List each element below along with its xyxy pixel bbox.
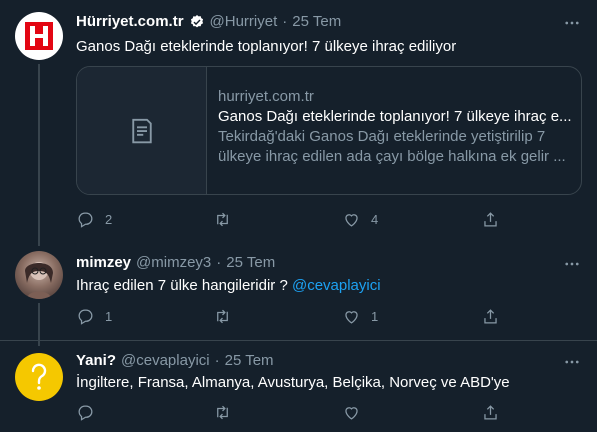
avatar-cevaplayici[interactable]	[15, 353, 63, 401]
like-button[interactable]: 1	[342, 307, 378, 326]
separator-dot: ·	[216, 254, 222, 271]
retweet-icon	[217, 212, 228, 227]
handle[interactable]: @mimzey3	[136, 254, 211, 271]
tweet-text: Ganos Dağı eteklerinde toplanıyor! 7 ülk…	[76, 38, 457, 55]
reply-icon	[78, 212, 93, 228]
card-title: Ganos Dağı eteklerinde toplanıyor! 7 ülk…	[218, 108, 572, 125]
share-button[interactable]	[481, 403, 500, 422]
retweet-icon	[217, 309, 228, 324]
card-domain: hurriyet.com.tr	[218, 88, 314, 105]
retweet-icon	[217, 405, 228, 420]
like-button[interactable]	[342, 403, 371, 422]
share-button[interactable]	[481, 307, 500, 326]
timestamp[interactable]: 25 Tem	[226, 254, 275, 271]
tweet-text-body: Ihraç edilen 7 ülke hangileridir ?	[76, 277, 292, 294]
retweet-button[interactable]	[213, 210, 242, 229]
like-icon	[345, 214, 358, 227]
tweet-header: Yani? @cevaplayici · 25 Tem	[76, 352, 274, 369]
mention-link[interactable]: @cevaplayici	[292, 277, 381, 294]
reply-button[interactable]: 2	[76, 210, 112, 229]
reply-icon	[78, 309, 93, 325]
card-body: hurriyet.com.tr Ganos Dağı eteklerinde t…	[218, 87, 573, 167]
avatar-hurriyet[interactable]	[15, 12, 63, 60]
like-icon	[345, 311, 358, 324]
reply-count: 2	[105, 212, 113, 227]
share-icon	[484, 405, 497, 420]
like-button[interactable]: 4	[342, 210, 378, 229]
reply-icon	[78, 405, 93, 421]
tweet-header: mimzey @mimzey3 · 25 Tem	[76, 254, 275, 271]
timestamp[interactable]: 25 Tem	[292, 13, 341, 30]
reply-count: 1	[105, 309, 113, 324]
reply-button[interactable]	[76, 403, 105, 422]
display-name[interactable]: Yani?	[76, 352, 116, 369]
display-name[interactable]: Hürriyet.com.tr	[76, 13, 184, 30]
share-icon	[484, 212, 497, 227]
timestamp[interactable]: 25 Tem	[225, 352, 274, 369]
more-icon[interactable]	[562, 352, 582, 372]
like-icon	[345, 407, 358, 420]
article-icon	[131, 118, 152, 143]
tweet-text: Ihraç edilen 7 ülke hangileridir ? @ceva…	[76, 276, 381, 296]
tweet-actions: 2 4	[76, 210, 506, 230]
share-button[interactable]	[481, 210, 500, 229]
more-icon[interactable]	[562, 13, 582, 33]
thread-line	[38, 64, 40, 246]
link-card[interactable]: hurriyet.com.tr Ganos Dağı eteklerinde t…	[76, 66, 582, 195]
display-name[interactable]: mimzey	[76, 254, 131, 271]
avatar-mimzey[interactable]	[15, 251, 63, 299]
tweet-cevaplayici[interactable]: Yani? @cevaplayici · 25 Tem İngiltere, F…	[0, 341, 597, 432]
hurriyet-logo-icon	[25, 22, 53, 50]
handle[interactable]: @Hurriyet	[210, 13, 278, 30]
retweet-button[interactable]	[213, 307, 242, 326]
tweet-actions	[76, 403, 506, 423]
reply-button[interactable]: 1	[76, 307, 112, 326]
share-icon	[484, 309, 497, 324]
like-count: 1	[371, 309, 379, 324]
question-mark-icon	[31, 363, 47, 390]
more-icon[interactable]	[562, 254, 582, 274]
card-description-line-1: Tekirdağ'daki Ganos Dağı eteklerinde yet…	[218, 128, 546, 145]
separator-dot: ·	[282, 13, 288, 30]
tweet-mimzey[interactable]: mimzey @mimzey3 · 25 Tem Ihraç edilen 7 …	[0, 240, 597, 346]
handle[interactable]: @cevaplayici	[121, 352, 210, 369]
card-description-line-2: ülkeye ihraç edilen ada çayı bölge halkı…	[218, 148, 566, 165]
tweet-header: Hürriyet.com.tr @Hurriyet · 25 Tem	[76, 13, 341, 30]
profile-photo-icon	[25, 262, 53, 299]
tweet-hurriyet[interactable]: Hürriyet.com.tr @Hurriyet · 25 Tem Ganos…	[0, 0, 597, 246]
verified-badge-icon	[190, 14, 203, 27]
tweet-actions: 1 1	[76, 307, 506, 327]
separator-dot: ·	[214, 352, 220, 369]
tweet-text: İngiltere, Fransa, Almanya, Avusturya, B…	[76, 374, 510, 391]
card-media	[77, 67, 207, 194]
retweet-button[interactable]	[213, 403, 242, 422]
like-count: 4	[371, 212, 379, 227]
